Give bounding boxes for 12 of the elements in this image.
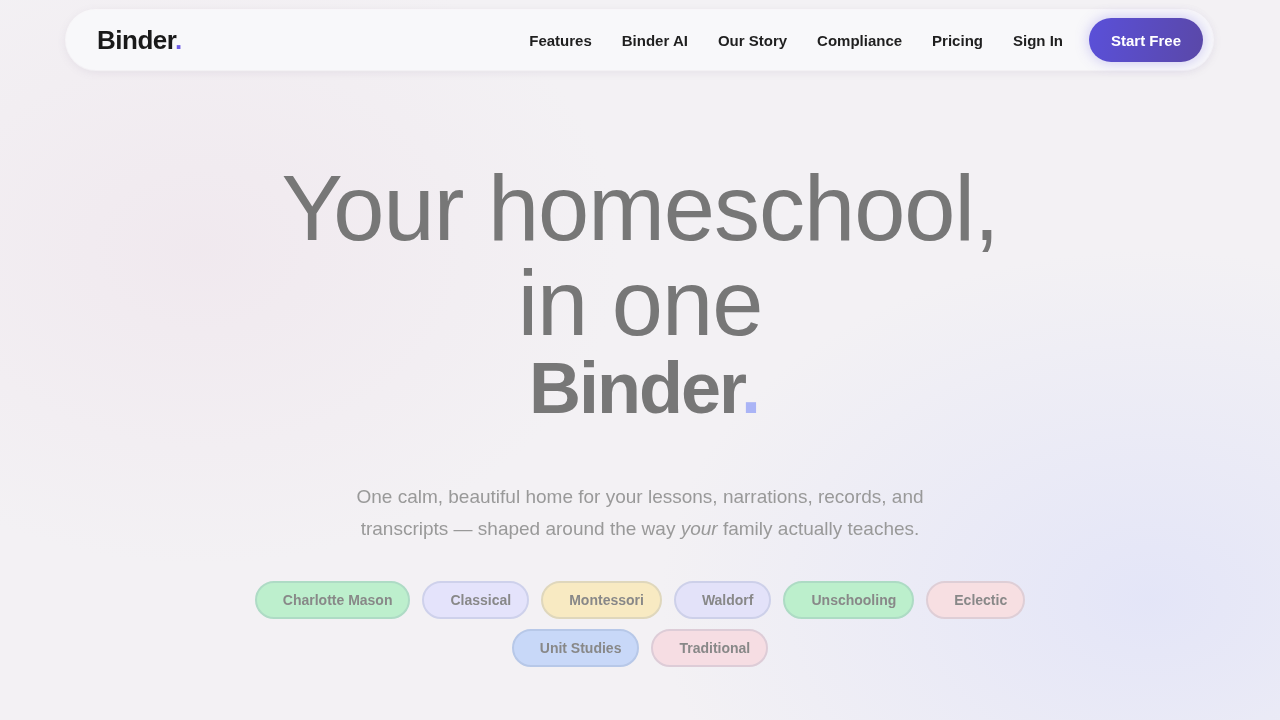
headline-text: Your homeschool, xyxy=(281,161,999,256)
nav-link[interactable]: Sign In xyxy=(1012,31,1063,49)
subtitle-text: One calm, beautiful home for your lessons, narrations, records, and transcripts — shaped around the way your family actually teaches. xyxy=(355,485,925,541)
nav-link[interactable]: Our Story xyxy=(717,31,788,49)
nav-link[interactable]: Binder AI xyxy=(621,31,688,49)
wordmark: Binder. xyxy=(528,348,760,428)
nav-link[interactable]: Features xyxy=(529,31,592,49)
start-free-button[interactable]: Start Free xyxy=(1088,18,1203,62)
nav-link[interactable]: Compliance xyxy=(817,31,903,49)
headline-text: in one xyxy=(517,256,763,351)
logo[interactable]: Binder. xyxy=(97,24,182,56)
nav-link[interactable]: Pricing xyxy=(932,31,983,49)
